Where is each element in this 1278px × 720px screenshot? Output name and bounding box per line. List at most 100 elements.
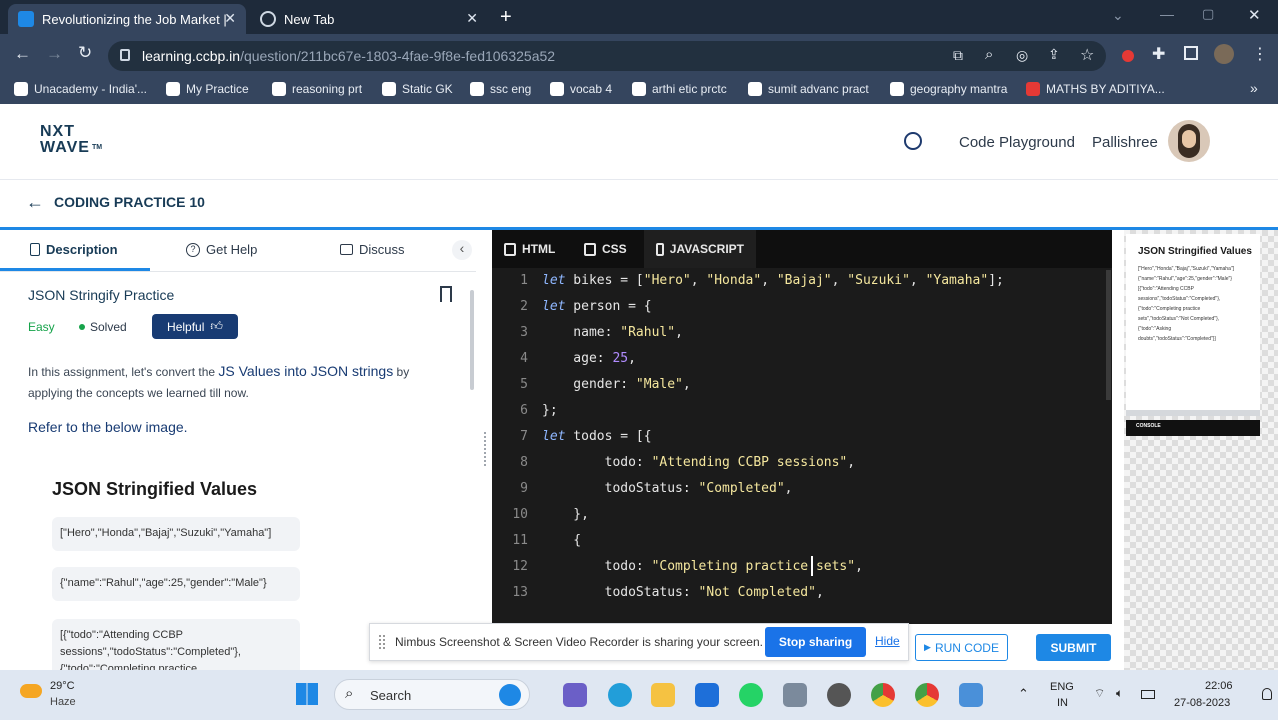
timer-icon[interactable] xyxy=(904,132,922,150)
maximize-icon[interactable]: ▢ xyxy=(1202,6,1214,22)
whatsapp-icon[interactable] xyxy=(739,683,763,707)
code-line: 7 let todos = [{ xyxy=(520,429,652,444)
page-title: CODING PRACTICE 10 xyxy=(54,194,205,210)
back-arrow-icon[interactable]: ← xyxy=(26,192,44,213)
tab-discuss[interactable]: Discuss xyxy=(340,242,405,257)
back-icon[interactable]: ← xyxy=(14,44,31,64)
console-bar[interactable]: CONSOLE xyxy=(1126,420,1260,436)
image-title: JSON Stringified Values xyxy=(52,479,258,499)
tray-chevron-icon[interactable]: ⌃ xyxy=(1018,686,1029,702)
refer-text: Refer to the below image. xyxy=(28,419,188,435)
tab-css[interactable]: CSS xyxy=(572,230,639,268)
nxtwave-logo[interactable]: NXT WAVE TM xyxy=(40,124,102,156)
bookmark-item[interactable]: arthi etic prctc xyxy=(632,82,727,96)
close-tab-icon[interactable]: ✕ xyxy=(224,10,236,27)
bookmark-item[interactable]: vocab 4 xyxy=(550,82,612,96)
editor-scrollbar[interactable] xyxy=(1106,270,1111,400)
bookmarks-bar: Unacademy - India'... My Practice reason… xyxy=(0,76,1278,104)
bookmark-item[interactable]: geography mantra xyxy=(890,82,1007,96)
telegram-icon[interactable] xyxy=(608,683,632,707)
hide-link[interactable]: Hide xyxy=(875,634,900,648)
description-pane: Description ? Get Help Discuss ‹ JSON Str… xyxy=(0,230,480,670)
url-bar[interactable]: learning.ccbp.in/question/211bc67e-1803-… xyxy=(108,41,1106,71)
file-explorer-icon[interactable] xyxy=(651,683,675,707)
run-code-button[interactable]: ▶ RUN CODE xyxy=(915,634,1008,661)
volume-icon[interactable]: 🔈︎ xyxy=(1116,686,1123,701)
bookmark-item[interactable]: ssc eng xyxy=(470,82,531,96)
temperature[interactable]: 29°C xyxy=(50,680,75,692)
stop-sharing-button[interactable]: Stop sharing xyxy=(765,627,866,657)
kebab-menu-icon[interactable]: ⋮ xyxy=(1252,44,1268,64)
extensions-icon[interactable]: ✚ xyxy=(1152,44,1165,64)
left-scrollbar[interactable] xyxy=(470,290,474,390)
clock-date: 27-08-2023 xyxy=(1174,697,1231,709)
taskbar-search[interactable]: ⌕ Search xyxy=(334,679,530,710)
pane-resize-handle[interactable] xyxy=(484,432,487,466)
profile-avatar-icon[interactable] xyxy=(1214,44,1234,64)
side-panel-icon[interactable] xyxy=(1184,46,1198,60)
record-icon[interactable] xyxy=(1122,50,1134,62)
eye-off-icon[interactable]: ◎ xyxy=(1016,47,1028,64)
code-editor[interactable]: HTML CSS JAVASCRIPT 1 let bikes = ["Hero"… xyxy=(492,230,1112,624)
collapse-pane-icon[interactable]: ‹ xyxy=(452,240,472,260)
preview-title: JSON Stringified Values xyxy=(1138,246,1252,257)
breadcrumb: ← CODING PRACTICE 10 xyxy=(0,180,1278,230)
bookmark-item[interactable]: MATHS BY ADITIYA... xyxy=(1026,82,1165,96)
tab-get-help[interactable]: ? Get Help xyxy=(186,242,257,257)
plus-icon[interactable]: + xyxy=(500,6,512,29)
star-icon[interactable]: ☆ xyxy=(1080,45,1094,65)
thumbs-up-icon: 👍︎ xyxy=(210,319,223,333)
chrome-profile-icon[interactable] xyxy=(915,683,939,707)
css-icon xyxy=(584,242,596,256)
language-top[interactable]: ENG xyxy=(1050,681,1074,693)
browser-tab-new[interactable]: New Tab ✕ xyxy=(250,4,488,34)
mail-icon[interactable] xyxy=(695,683,719,707)
clock-app-icon[interactable] xyxy=(827,683,851,707)
bookmark-item[interactable]: My Practice xyxy=(166,82,249,96)
tab-description[interactable]: Description xyxy=(30,242,118,257)
wifi-icon[interactable]: ⌔ xyxy=(1094,686,1105,701)
clock-time[interactable]: 22:06 xyxy=(1205,680,1233,692)
reload-icon[interactable]: ↻ xyxy=(78,43,92,63)
browser-tab-active[interactable]: Revolutionizing the Job Market | ✕ xyxy=(8,4,246,34)
avatar[interactable] xyxy=(1168,120,1210,162)
open-in-app-icon[interactable]: ⧉ xyxy=(953,47,963,64)
share-icon[interactable]: ⇪ xyxy=(1048,46,1060,63)
sharing-message: Nimbus Screenshot & Screen Video Recorde… xyxy=(395,635,763,649)
browser-tab-bar: Revolutionizing the Job Market | ✕ New T… xyxy=(0,0,1278,34)
bookmark-item[interactable]: reasoning prt xyxy=(272,82,362,96)
close-window-icon[interactable]: ✕ xyxy=(1248,6,1261,24)
more-bookmarks-icon[interactable]: » xyxy=(1250,80,1258,96)
url-path: /question/211bc67e-1803-4fae-9f8e-fed106… xyxy=(240,48,556,64)
code-line: 1 let bikes = ["Hero", "Honda", "Bajaj", … xyxy=(520,273,1004,288)
username[interactable]: Pallishree xyxy=(1092,134,1158,151)
chevron-down-icon[interactable]: ⌄ xyxy=(1112,7,1124,24)
submit-button[interactable]: SUBMIT xyxy=(1036,634,1111,661)
tab-javascript[interactable]: JAVASCRIPT xyxy=(644,230,756,268)
bookmark-item[interactable]: Unacademy - India'... xyxy=(14,82,147,96)
status-badge: Solved xyxy=(90,320,127,334)
chrome-taskbar-icon[interactable] xyxy=(871,683,895,707)
bookmark-item[interactable]: Static GK xyxy=(382,82,453,96)
bookmark-item[interactable]: sumit advanc pract xyxy=(748,82,869,96)
notes-icon[interactable] xyxy=(959,683,983,707)
close-tab-icon[interactable]: ✕ xyxy=(466,10,478,27)
tab-html[interactable]: HTML xyxy=(492,230,567,268)
teams-icon[interactable] xyxy=(563,683,587,707)
windows-taskbar: 29°C Haze ⌕ Search xyxy=(0,670,1278,720)
drag-handle-icon[interactable] xyxy=(379,635,385,649)
windows-start-icon[interactable] xyxy=(296,683,318,705)
minimize-icon[interactable]: — xyxy=(1160,6,1174,22)
code-playground-link[interactable]: Code Playground xyxy=(959,134,1075,151)
notification-icon[interactable] xyxy=(1262,688,1272,700)
camera-icon[interactable] xyxy=(783,683,807,707)
output-preview[interactable]: JSON Stringified Values ["Hero","Honda",… xyxy=(1124,230,1278,670)
forward-icon[interactable]: → xyxy=(46,44,63,64)
battery-icon[interactable] xyxy=(1141,690,1155,699)
bookmark-icon[interactable] xyxy=(440,286,452,302)
logo-top: NXT xyxy=(40,123,75,140)
helpful-button[interactable]: Helpful 👍︎ xyxy=(152,314,238,339)
image-row: ["Hero","Honda","Bajaj","Suzuki","Yamaha… xyxy=(52,517,300,551)
preview-scrollbar[interactable] xyxy=(1126,410,1260,416)
zoom-icon[interactable]: ⌕ xyxy=(985,46,993,63)
